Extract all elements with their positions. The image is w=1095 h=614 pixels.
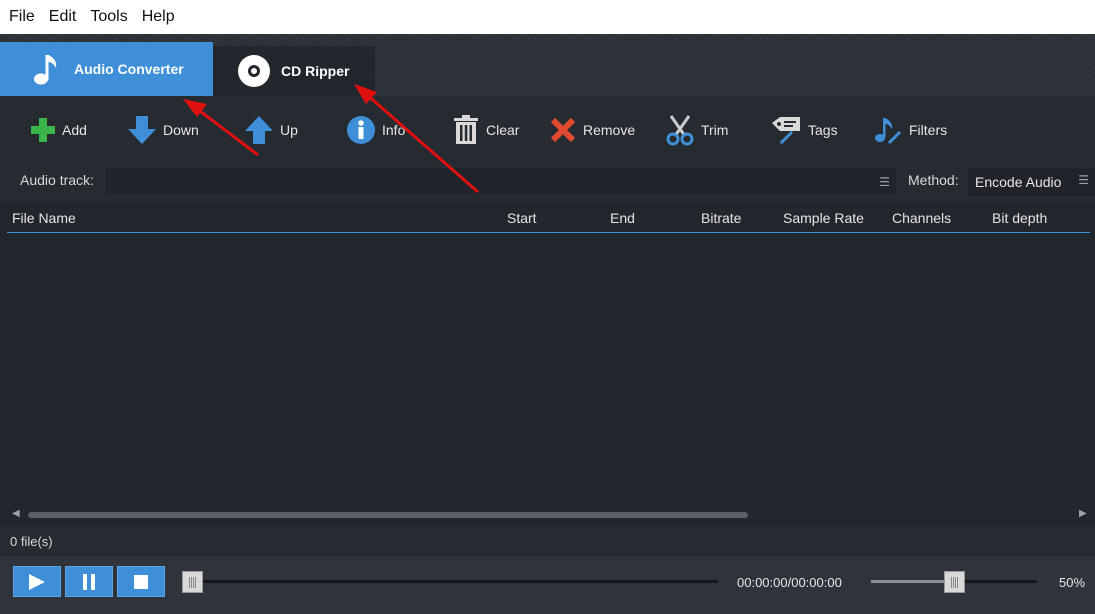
info-label: Info (382, 122, 406, 138)
volume-handle[interactable] (944, 571, 965, 593)
column-start[interactable]: Start (507, 210, 537, 226)
horizontal-scrollbar[interactable]: ◀ ▶ (0, 505, 1095, 525)
column-sample-rate[interactable]: Sample Rate (783, 210, 864, 226)
method-select[interactable]: Encode Audio ☰ (968, 168, 1095, 196)
music-filter-icon (873, 114, 909, 146)
play-button[interactable] (13, 566, 61, 597)
tags-button[interactable]: Tags (770, 114, 838, 146)
method-label: Method: (908, 172, 959, 188)
file-list-header: File Name Start End Bitrate Sample Rate … (7, 203, 1090, 233)
plus-icon (30, 117, 62, 143)
menu-file[interactable]: File (9, 8, 35, 26)
column-bitrate[interactable]: Bitrate (701, 210, 741, 226)
tab-cd-ripper-label: CD Ripper (281, 63, 350, 79)
filters-button[interactable]: Filters (873, 114, 947, 146)
down-label: Down (163, 122, 199, 138)
tags-label: Tags (808, 122, 838, 138)
audio-track-select[interactable]: ☰ (106, 168, 896, 194)
column-end[interactable]: End (610, 210, 635, 226)
method-value: Encode Audio (975, 174, 1062, 190)
filters-label: Filters (909, 122, 948, 138)
menu-bar: File Edit Tools Help (0, 0, 1095, 34)
arrow-up-icon (244, 115, 280, 145)
menu-help[interactable]: Help (142, 8, 175, 26)
trim-label: Trim (701, 122, 729, 138)
column-channels[interactable]: Channels (892, 210, 951, 226)
time-display: 00:00:00/00:00:00 (737, 575, 842, 590)
trim-button[interactable]: Trim (665, 114, 728, 146)
music-note-icon (32, 51, 60, 87)
scrollbar-thumb[interactable] (28, 512, 748, 518)
tab-audio-converter[interactable]: Audio Converter (0, 42, 213, 96)
tab-cd-ripper[interactable]: CD Ripper (213, 46, 375, 96)
menu-tools[interactable]: Tools (90, 8, 127, 26)
play-icon (27, 573, 47, 591)
clear-label: Clear (486, 122, 520, 138)
audio-track-label: Audio track: (20, 172, 94, 188)
toolbar: Add Down Up Info Clear Remove Trim Tags … (0, 96, 1095, 166)
info-button[interactable]: Info (346, 114, 405, 146)
pause-icon (81, 573, 97, 591)
scissors-icon (665, 114, 701, 146)
seek-handle[interactable] (182, 571, 203, 593)
dropdown-handle-icon: ☰ (1078, 173, 1089, 187)
stop-button[interactable] (117, 566, 165, 597)
down-button[interactable]: Down (127, 114, 199, 146)
pause-button[interactable] (65, 566, 113, 597)
tag-icon (770, 115, 808, 145)
x-icon (549, 116, 583, 144)
remove-button[interactable]: Remove (549, 114, 635, 146)
column-file-name[interactable]: File Name (12, 210, 76, 226)
file-count: 0 file(s) (10, 534, 53, 549)
disc-icon (237, 54, 271, 88)
add-label: Add (62, 122, 87, 138)
audio-track-row: Audio track: ☰ Method: Encode Audio ☰ (0, 166, 1095, 196)
up-button[interactable]: Up (244, 114, 298, 146)
menu-edit[interactable]: Edit (49, 8, 77, 26)
trash-icon (452, 115, 486, 145)
volume-fill (871, 580, 954, 583)
dropdown-handle-icon: ☰ (879, 175, 890, 189)
up-label: Up (280, 122, 298, 138)
remove-label: Remove (583, 122, 636, 138)
column-bit-depth[interactable]: Bit depth (992, 210, 1047, 226)
status-bar: 0 file(s) (0, 528, 1095, 554)
file-list[interactable]: File Name Start End Bitrate Sample Rate … (0, 203, 1095, 525)
stop-icon (133, 574, 149, 590)
info-icon (346, 115, 382, 145)
seek-bar[interactable] (190, 580, 718, 583)
scroll-right-icon[interactable]: ▶ (1079, 508, 1087, 519)
clear-button[interactable]: Clear (452, 114, 519, 146)
volume-percent: 50% (1059, 575, 1086, 590)
arrow-down-icon (127, 115, 163, 145)
tab-audio-converter-label: Audio Converter (74, 61, 184, 77)
add-button[interactable]: Add (30, 114, 87, 146)
scroll-left-icon[interactable]: ◀ (12, 508, 20, 519)
tab-strip: Audio Converter CD Ripper (0, 34, 1095, 130)
player-controls: 00:00:00/00:00:00 50% (0, 556, 1095, 614)
